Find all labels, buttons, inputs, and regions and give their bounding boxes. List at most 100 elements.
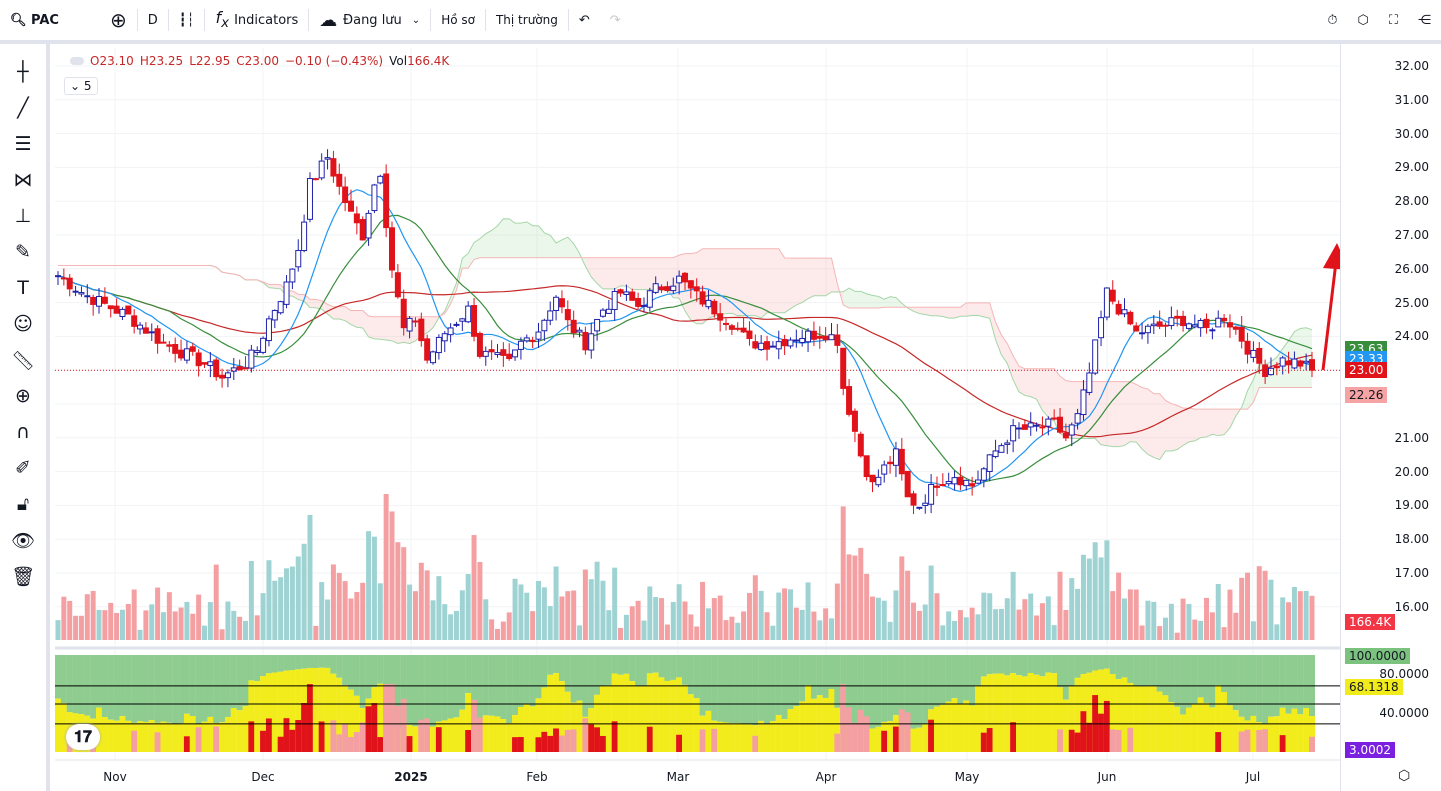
volume-bar bbox=[946, 611, 952, 640]
osc-yellow-bar bbox=[1021, 676, 1028, 752]
candle-body bbox=[1215, 317, 1222, 328]
osc-green-bar bbox=[640, 655, 647, 686]
osc-yellow-bar bbox=[55, 698, 61, 752]
osc-green-bar bbox=[236, 655, 243, 711]
osc-green-bar bbox=[512, 655, 519, 716]
candle-body bbox=[646, 290, 653, 308]
candle-body bbox=[904, 470, 911, 498]
osc-yellow-bar bbox=[869, 728, 876, 752]
ohlc-legend: O23.10 H23.25 L22.95 C23.00 −0.10 (−0.43… bbox=[70, 54, 449, 68]
volume-bar bbox=[196, 594, 202, 640]
osc-red-bar bbox=[881, 730, 888, 752]
osc-yellow-bar bbox=[189, 716, 196, 752]
ichimoku-cloud bbox=[696, 248, 703, 324]
osc-green-bar bbox=[435, 655, 442, 722]
candle-body bbox=[523, 337, 530, 342]
settings-icon[interactable]: ⬡ bbox=[1348, 0, 1379, 40]
candle-body bbox=[471, 305, 478, 337]
volume-bar bbox=[717, 595, 723, 640]
volume-bar bbox=[278, 577, 284, 640]
volume-bar bbox=[735, 622, 741, 640]
fullscreen-icon[interactable]: ⛶ bbox=[1379, 0, 1408, 40]
ichimoku-cloud bbox=[661, 257, 668, 291]
candle-body bbox=[1057, 416, 1064, 433]
volume-bar bbox=[119, 609, 125, 640]
volume-bar bbox=[325, 599, 331, 640]
volume-bar bbox=[547, 606, 553, 640]
osc-green-bar bbox=[1197, 655, 1204, 698]
osc-green-bar bbox=[517, 655, 524, 707]
osc-green-bar bbox=[347, 655, 354, 690]
osc-red-bar bbox=[517, 737, 524, 752]
price-chart[interactable] bbox=[0, 0, 1340, 791]
candle-body bbox=[816, 335, 823, 339]
volume-bar bbox=[858, 547, 864, 640]
candle-body bbox=[66, 277, 73, 290]
osc-green-bar bbox=[353, 655, 360, 696]
ichimoku-cloud bbox=[515, 223, 521, 258]
osc-yellow-bar bbox=[1197, 697, 1204, 752]
candle-body bbox=[717, 313, 724, 321]
indicators-toggle[interactable]: ⌄ 5 bbox=[64, 77, 98, 95]
volume-bar bbox=[881, 600, 887, 640]
candle-body bbox=[928, 483, 935, 505]
ichimoku-cloud bbox=[544, 232, 551, 258]
osc-green-bar bbox=[1115, 655, 1122, 680]
osc-green-bar bbox=[1057, 655, 1064, 688]
candle-body bbox=[242, 367, 249, 370]
month-label: Mar bbox=[666, 770, 690, 784]
candle-body bbox=[365, 212, 372, 239]
osc-green-bar bbox=[664, 655, 671, 681]
volume-bar bbox=[512, 578, 518, 640]
candle-body bbox=[1080, 389, 1087, 416]
osc-yellow-bar bbox=[810, 698, 817, 752]
osc-red-bar bbox=[558, 735, 565, 752]
osc-green-bar bbox=[271, 655, 278, 673]
osc-green-bar bbox=[506, 655, 513, 724]
osc-green-bar bbox=[623, 655, 630, 674]
volume-bar bbox=[1028, 593, 1034, 640]
osc-yellow-bar bbox=[758, 720, 765, 752]
osc-green-bar bbox=[828, 655, 835, 690]
candle-body bbox=[605, 308, 612, 314]
osc-yellow-bar bbox=[412, 726, 419, 752]
volume-bar bbox=[1250, 621, 1256, 640]
legend-toggle[interactable] bbox=[70, 57, 84, 65]
volume-bar bbox=[1198, 620, 1204, 640]
ichimoku-cloud bbox=[784, 257, 791, 313]
ichimoku-cloud bbox=[1106, 381, 1113, 447]
osc-green-bar bbox=[295, 655, 302, 670]
price-axis[interactable]: 32.00 31.00 30.00 29.00 28.00 27.00 26.00 25.00… bbox=[1340, 44, 1441, 791]
candle-body bbox=[752, 341, 759, 349]
volume-bar bbox=[1286, 602, 1292, 640]
volume-bar bbox=[266, 560, 272, 640]
volume-bar bbox=[1245, 572, 1251, 640]
osc-green-bar bbox=[1004, 655, 1011, 676]
volume-bar bbox=[190, 613, 196, 640]
ichimoku-cloud bbox=[1306, 327, 1312, 388]
volume-bar bbox=[1274, 624, 1280, 640]
osc-green-bar bbox=[529, 655, 536, 707]
osc-red-bar bbox=[377, 737, 384, 752]
osc-green-bar bbox=[875, 655, 882, 727]
share-icon[interactable]: ⋲ bbox=[1408, 0, 1441, 40]
volume-bar bbox=[688, 614, 694, 640]
volume-bar bbox=[623, 614, 629, 640]
osc-green-bar bbox=[500, 655, 507, 720]
ichimoku-cloud bbox=[1142, 387, 1148, 455]
volume-bar bbox=[811, 611, 817, 640]
candle-body bbox=[1027, 422, 1034, 428]
candle-body bbox=[682, 272, 688, 283]
candle-body bbox=[254, 350, 261, 353]
osc-yellow-bar bbox=[635, 686, 642, 752]
volume-bar bbox=[489, 619, 495, 640]
axis-settings-icon[interactable]: ⬡ bbox=[1398, 768, 1410, 784]
volume-bar bbox=[793, 607, 799, 640]
candle-body bbox=[248, 349, 255, 369]
candle-body bbox=[611, 290, 618, 310]
ichimoku-cloud bbox=[720, 248, 727, 314]
candle-body bbox=[289, 268, 296, 283]
candle-body bbox=[1109, 289, 1116, 302]
candle-body bbox=[1092, 339, 1099, 374]
osc-green-bar bbox=[72, 655, 79, 714]
